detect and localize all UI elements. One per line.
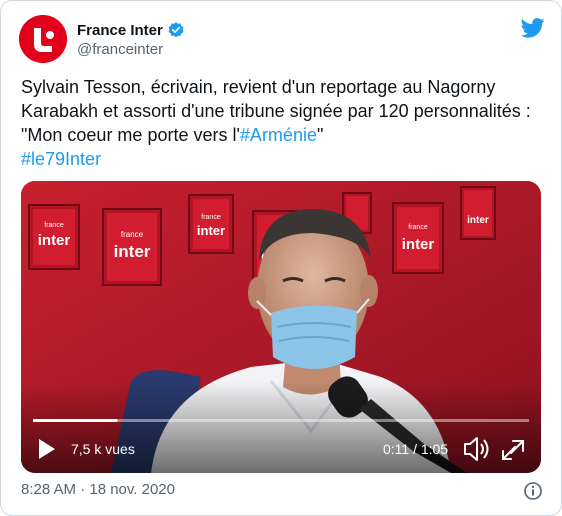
display-name[interactable]: France Inter (77, 22, 163, 39)
twitter-bird-icon[interactable] (521, 17, 545, 39)
tweet-text-part2: " (316, 125, 324, 145)
name-row: France Inter (77, 21, 185, 39)
info-icon[interactable] (523, 481, 543, 501)
video-player[interactable]: france inter france inter france inter f… (21, 181, 541, 473)
svg-text:france: france (201, 214, 221, 221)
tweet-timestamp[interactable]: 8:28 AM · 18 nov. 2020 (21, 481, 175, 498)
svg-text:inter: inter (467, 215, 489, 226)
tweet-text: Sylvain Tesson, écrivain, revient d'un r… (21, 75, 541, 171)
tweet-header: France Inter @franceinter (19, 15, 545, 65)
france-inter-logo-icon (19, 15, 67, 63)
svg-text:france: france (121, 230, 144, 239)
hashtag-le79inter-link[interactable]: #le79Inter (21, 149, 101, 169)
progress-fill (33, 419, 118, 422)
video-frame: france inter france inter france inter f… (21, 181, 541, 473)
video-time: 0:11 / 1:05 (383, 441, 448, 457)
svg-text:inter: inter (402, 236, 435, 253)
view-count: 7,5 k vues (71, 441, 135, 457)
svg-text:inter: inter (38, 232, 71, 249)
tweet-card: France Inter @franceinter Sylvain Tesson… (0, 0, 562, 516)
verified-badge-icon (168, 22, 184, 38)
svg-text:france: france (44, 222, 64, 229)
svg-text:inter: inter (114, 242, 151, 261)
hashtag-armenie-link[interactable]: #Arménie (240, 125, 317, 145)
handle[interactable]: @franceinter (77, 41, 163, 58)
svg-text:inter: inter (197, 223, 225, 238)
avatar[interactable] (19, 15, 67, 63)
svg-text:france: france (408, 224, 428, 231)
